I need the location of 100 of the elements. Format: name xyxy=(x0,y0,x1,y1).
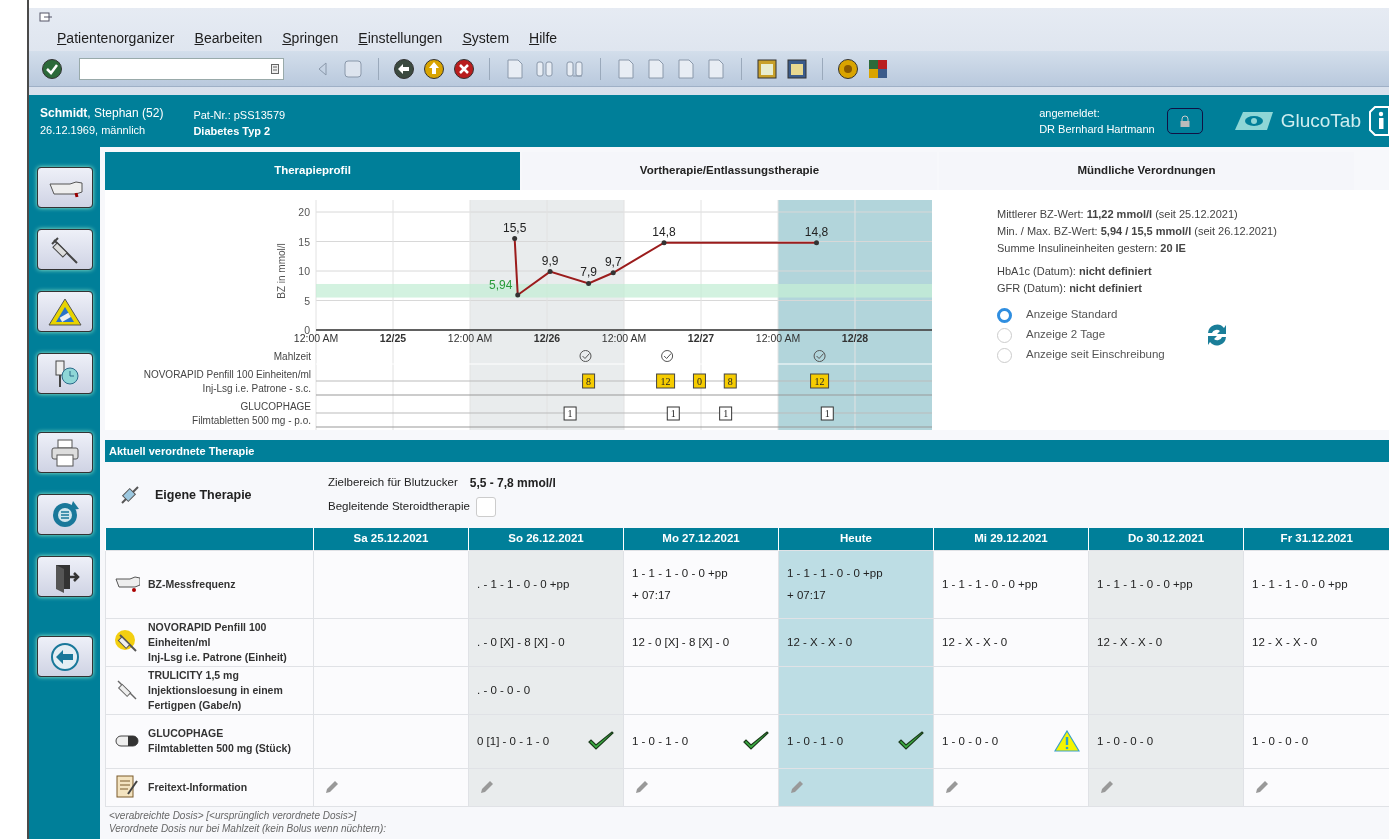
tick-label: 5 xyxy=(304,294,310,307)
radio-label[interactable]: Anzeige seit Einschreibung xyxy=(1026,346,1165,364)
sidebar-button[interactable] xyxy=(36,229,93,270)
dose-text: 12 - X - X - 0 xyxy=(1252,635,1318,650)
sidebar-button[interactable] xyxy=(36,494,93,535)
dose-marker: 12 xyxy=(656,373,676,389)
dose-text: 1 - 1 - 1 - 0 - 0 +pp xyxy=(787,566,883,581)
pencil-icon[interactable] xyxy=(1099,779,1115,795)
data-point xyxy=(586,280,592,286)
menu-item[interactable]: System xyxy=(462,27,510,49)
app-icon[interactable] xyxy=(39,11,53,23)
sidebar-button[interactable] xyxy=(36,291,93,332)
tick-label: 12/27 xyxy=(687,332,715,344)
dose-marker: 1 xyxy=(563,406,577,421)
dose-text: 1 - 0 - 1 - 0 xyxy=(632,734,689,749)
data-label: 9,9 xyxy=(541,253,559,268)
tick-label: 12/25 xyxy=(379,332,407,344)
row-label: GLUCOPHAGE xyxy=(148,726,225,741)
dose-marker: 8 xyxy=(582,373,596,389)
menu-item[interactable]: Bearbeiten xyxy=(194,27,263,49)
tick-label: 15 xyxy=(298,235,310,248)
info-icon[interactable] xyxy=(1369,106,1389,136)
row-label: TRULICITY 1,5 mg xyxy=(148,667,240,683)
column-header: Fr 31.12.2021 xyxy=(1243,528,1389,550)
sidebar-button[interactable] xyxy=(36,556,93,597)
sidebar-button[interactable] xyxy=(36,167,93,208)
radio-button[interactable] xyxy=(997,347,1012,363)
pencil-icon[interactable] xyxy=(634,779,650,795)
dose-text: 12 - X - X - 0 xyxy=(787,635,853,650)
track-label: Inj-Lsg i.e. Patrone - s.c. xyxy=(202,383,311,394)
help-icon[interactable] xyxy=(837,57,859,80)
radio-label[interactable]: Anzeige Standard xyxy=(1026,306,1118,324)
sidebar-button[interactable] xyxy=(36,636,93,677)
lock-icon xyxy=(1178,115,1191,127)
tick-label: 12:00 AM xyxy=(755,332,801,344)
radio-button[interactable] xyxy=(997,307,1012,323)
sidebar-button[interactable] xyxy=(36,353,93,394)
tick-label: 10 xyxy=(298,265,310,277)
pencil-icon[interactable] xyxy=(944,779,960,795)
radio-button[interactable] xyxy=(997,327,1012,343)
stat-text: HbA1c (Datum): nicht definiert xyxy=(997,264,1153,279)
dose-text: 1 - 1 - 1 - 0 - 0 +pp xyxy=(942,577,1038,592)
cancel-icon[interactable] xyxy=(453,57,475,80)
pencil-icon[interactable] xyxy=(479,779,495,795)
radio-label[interactable]: Anzeige 2 Tage xyxy=(1026,326,1106,344)
lock-button[interactable] xyxy=(1166,108,1203,134)
dose-text: 1 - 1 - 1 - 0 - 0 +pp xyxy=(1252,577,1348,592)
data-label: 14,8 xyxy=(652,224,676,239)
section-header: Aktuell verordnete Therapie xyxy=(105,440,1389,462)
menu-item[interactable]: Hilfe xyxy=(529,27,558,49)
therapy-title: Eigene Therapie xyxy=(155,486,253,504)
data-point xyxy=(814,240,819,246)
dose-text: + 07:17 xyxy=(787,588,827,603)
sidebar-button[interactable] xyxy=(36,432,93,473)
data-label: 15,5 xyxy=(503,220,527,235)
data-point xyxy=(512,236,518,242)
track-label: Filmtabletten 500 mg - p.o. xyxy=(192,415,311,426)
dose-text: 12 - X - X - 0 xyxy=(1097,635,1163,650)
settings-icon[interactable] xyxy=(867,57,889,80)
dose-marker: 0 xyxy=(692,373,706,389)
column-header: So 26.12.2021 xyxy=(468,528,624,550)
stat-text: GFR (Datum): nicht definiert xyxy=(997,281,1143,296)
confirm-icon[interactable] xyxy=(41,57,63,80)
tick-label: 12:00 AM xyxy=(601,332,647,344)
tick-label: 12/26 xyxy=(533,332,561,344)
row-label: Injektionsloesung in einem xyxy=(148,682,283,698)
checkbox[interactable] xyxy=(475,497,496,517)
menu-item[interactable]: Einstellungen xyxy=(358,27,443,49)
pencil-icon[interactable] xyxy=(1254,779,1270,795)
window-icon[interactable] xyxy=(786,57,808,80)
dropdown-icon[interactable] xyxy=(271,63,279,74)
dose-marker: 12 xyxy=(810,373,830,389)
tab[interactable]: Therapieprofil xyxy=(105,152,520,190)
row-label: Einheiten/ml xyxy=(148,634,212,650)
dose-marker: 1 xyxy=(820,406,834,421)
column-header: Heute xyxy=(778,528,934,550)
data-label: 9,7 xyxy=(604,254,622,269)
track-label: NOVORAPID Penfill 100 Einheiten/ml xyxy=(143,369,311,380)
row-label: Filmtabletten 500 mg (Stück) xyxy=(148,741,291,756)
dose-text: + 07:17 xyxy=(632,588,672,603)
command-field[interactable] xyxy=(79,57,284,80)
diagnosis: Diabetes Typ 2 xyxy=(193,124,272,139)
dose-marker: 8 xyxy=(723,373,737,389)
dose-marker: 1 xyxy=(719,406,733,421)
logo-text: GlucoTab xyxy=(1280,108,1361,133)
dose-text: 1 - 0 - 1 - 0 xyxy=(787,734,844,749)
stat-text: Mittlerer BZ-Wert: 11,22 mmol/l (seit 25.12.2021) xyxy=(997,207,1239,222)
window-icon[interactable] xyxy=(756,57,778,80)
pencil-icon[interactable] xyxy=(789,779,805,795)
menu-item[interactable]: Springen xyxy=(282,27,339,49)
stat-text: Min. / Max. BZ-Wert: 5,94 / 15,5 mmol/l (seit 26.12.2021) xyxy=(997,224,1277,239)
data-label: 5,94 xyxy=(489,277,513,292)
dose-marker: 1 xyxy=(666,406,680,421)
target-range: 5,5 - 7,8 mmol/l xyxy=(469,475,556,492)
pencil-icon[interactable] xyxy=(324,779,340,795)
footnote: Verordnete Dosis nur bei Mahlzeit (kein Bolus wenn nüchtern): xyxy=(109,821,387,835)
tick-label: 12:00 AM xyxy=(447,332,493,344)
menu-item[interactable]: Patientenorganizer xyxy=(57,27,175,49)
track-label: GLUCOPHAGE xyxy=(240,401,311,412)
user-name: DR Bernhard Hartmann xyxy=(1039,122,1155,137)
